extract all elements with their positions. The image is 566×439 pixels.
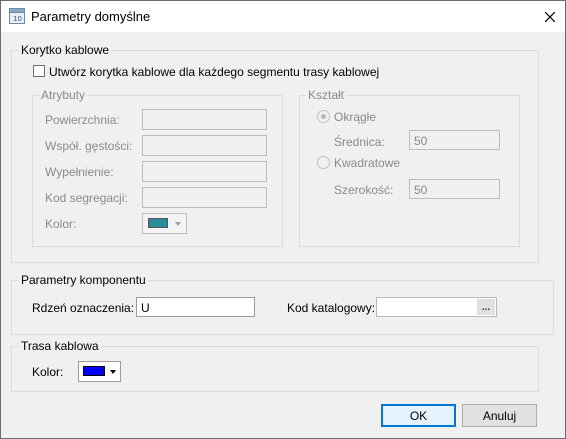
route-color-label: Kolor: <box>32 365 64 379</box>
component-params-title: Parametry komponentu <box>19 273 148 287</box>
close-icon <box>545 11 555 22</box>
create-trays-label[interactable]: Utwórz korytka kablowe dla każdego segme… <box>49 65 379 79</box>
catalog-label: Kod katalogowy: <box>287 301 376 315</box>
density-field[interactable] <box>142 135 267 156</box>
density-label: Współ. gęstości: <box>45 139 133 153</box>
diameter-value: 50 <box>414 134 428 148</box>
route-color-swatch <box>83 366 105 376</box>
fill-label: Wypełnienie: <box>45 165 114 179</box>
tray-color-swatch <box>148 218 168 228</box>
surface-field[interactable] <box>142 109 267 130</box>
designator-value: U <box>141 301 150 315</box>
width-field[interactable]: 50 <box>409 179 500 199</box>
app-icon: 10 <box>9 8 25 24</box>
designator-label: Rdzeń oznaczenia: <box>32 301 135 315</box>
round-radio[interactable] <box>317 110 330 123</box>
close-button[interactable] <box>535 1 565 32</box>
cancel-button[interactable]: Anuluj <box>462 404 537 427</box>
segregation-field[interactable] <box>142 187 267 208</box>
cable-route-title: Trasa kablowa <box>19 339 101 353</box>
create-trays-checkbox[interactable] <box>33 65 45 77</box>
square-radio[interactable] <box>317 156 330 169</box>
cancel-button-label: Anuluj <box>482 408 517 423</box>
browse-button[interactable]: ... <box>477 299 495 315</box>
route-color-picker[interactable] <box>78 361 121 382</box>
width-value: 50 <box>414 183 428 197</box>
chevron-down-icon <box>175 222 181 226</box>
svg-text:10: 10 <box>13 15 22 23</box>
diameter-field[interactable]: 50 <box>409 130 500 150</box>
segregation-label: Kod segregacji: <box>45 191 128 205</box>
title-bar: 10 Parametry domyślne <box>1 1 565 32</box>
width-label: Szerokość: <box>334 183 394 197</box>
surface-label: Powierzchnia: <box>45 113 120 127</box>
tray-color-picker[interactable] <box>142 213 187 234</box>
cable-trays-group-title: Korytko kablowe <box>19 43 112 57</box>
attributes-group-title: Atrybuty <box>39 88 88 102</box>
tray-color-label: Kolor: <box>45 217 77 231</box>
dialog-window: 10 Parametry domyślne Korytko kablowe Ut… <box>0 0 566 439</box>
designator-input[interactable]: U <box>136 297 255 317</box>
round-label[interactable]: Okrągłe <box>334 110 376 124</box>
chevron-down-icon <box>110 370 116 374</box>
shape-group <box>299 95 520 247</box>
square-label[interactable]: Kwadratowe <box>334 156 400 170</box>
fill-field[interactable] <box>142 161 267 182</box>
ok-button-label: OK <box>409 408 428 423</box>
window-title: Parametry domyślne <box>31 9 151 24</box>
diameter-label: Średnica: <box>334 135 385 149</box>
radio-selected-dot <box>321 114 326 119</box>
catalog-input[interactable]: ... <box>376 297 497 317</box>
ok-button[interactable]: OK <box>381 404 456 427</box>
shape-group-title: Kształt <box>306 88 347 102</box>
